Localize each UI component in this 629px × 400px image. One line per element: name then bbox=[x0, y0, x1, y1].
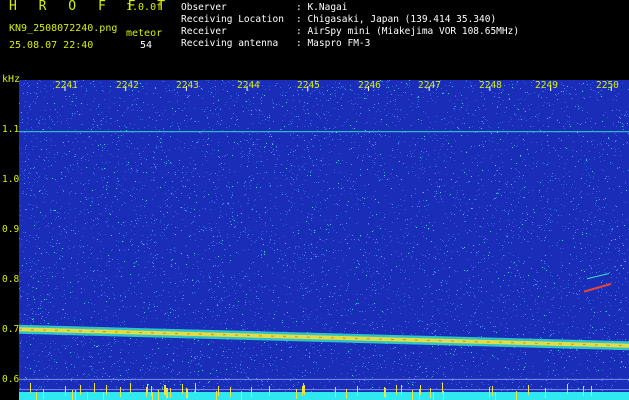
info-key: Receiver bbox=[181, 26, 227, 37]
detection-spike bbox=[430, 388, 431, 398]
info-key: Receiving antenna bbox=[181, 38, 279, 49]
detection-spike bbox=[75, 390, 76, 400]
info-value: : Chigasaki, Japan (139.414 35.340) bbox=[296, 14, 497, 25]
detection-spike bbox=[401, 385, 402, 395]
detection-spike bbox=[442, 383, 443, 393]
detection-spike bbox=[167, 388, 168, 398]
info-value: : K.Nagai bbox=[296, 2, 348, 13]
x-tick-label: 2241 bbox=[55, 80, 78, 91]
x-tick-label: 2249 bbox=[535, 80, 558, 91]
detection-spike bbox=[36, 392, 37, 400]
detection-spike bbox=[158, 390, 159, 400]
detection-spike bbox=[165, 385, 166, 395]
detection-spike bbox=[147, 384, 148, 394]
detection-spike bbox=[65, 386, 66, 396]
detection-spike bbox=[230, 387, 231, 397]
x-tick-label: 2250 bbox=[596, 80, 619, 91]
detection-spike bbox=[170, 388, 171, 398]
info-row-observer: Observer : K.Nagai bbox=[181, 2, 519, 14]
detection-spike bbox=[251, 387, 252, 397]
y-tick-label: 1.1 bbox=[2, 124, 20, 135]
detection-spike bbox=[419, 389, 420, 399]
info-value: : Maspro FM-3 bbox=[296, 38, 371, 49]
detection-spike bbox=[357, 386, 358, 396]
detection-spike bbox=[195, 383, 196, 393]
x-tick-label: 2244 bbox=[237, 80, 260, 91]
detection-spike bbox=[30, 383, 31, 393]
x-tick-label: 2243 bbox=[176, 80, 199, 91]
detection-spike bbox=[87, 392, 88, 400]
detection-spike bbox=[216, 391, 217, 400]
info-row-receiver: Receiver : AirSpy mini (Miakejima VOR 10… bbox=[181, 26, 519, 38]
detection-spike bbox=[545, 388, 546, 398]
detection-spike bbox=[186, 388, 187, 398]
x-tick-label: 2245 bbox=[297, 80, 320, 91]
detection-bar bbox=[19, 392, 629, 400]
detection-spike bbox=[94, 383, 95, 393]
detection-spike bbox=[420, 385, 421, 395]
detection-spike bbox=[218, 386, 219, 396]
detection-spike bbox=[166, 388, 167, 398]
detection-spike bbox=[182, 384, 183, 394]
detection-spike bbox=[385, 388, 386, 398]
detection-spike bbox=[151, 386, 152, 396]
detection-spike bbox=[304, 385, 305, 395]
y-tick-label: 0.7 bbox=[2, 324, 20, 335]
detection-spike bbox=[269, 386, 270, 396]
info-key: Observer bbox=[181, 2, 227, 13]
y-axis-unit: kHz bbox=[2, 74, 21, 85]
detection-spike bbox=[583, 386, 584, 396]
detection-spike bbox=[528, 385, 529, 395]
detection-spike bbox=[130, 383, 131, 393]
y-tick-label: 0.8 bbox=[2, 274, 20, 285]
detection-spike bbox=[103, 392, 104, 400]
detection-spike bbox=[152, 392, 153, 400]
detection-spike bbox=[146, 387, 147, 397]
detection-spike bbox=[443, 391, 444, 400]
detection-spike bbox=[72, 390, 73, 400]
version-label: 1.0.0f bbox=[126, 2, 163, 13]
detection-spike bbox=[396, 385, 397, 395]
detection-spike bbox=[296, 389, 297, 399]
x-tick-label: 2246 bbox=[358, 80, 381, 91]
datetime-label: 25.08.07 22:40 bbox=[9, 40, 94, 51]
detection-spike bbox=[492, 386, 493, 396]
info-row-antenna: Receiving antenna : Maspro FM-3 bbox=[181, 38, 519, 50]
detection-spike bbox=[241, 391, 242, 400]
hroft-spectrogram-window: H R O F F T 1.0.0f KN9_2508072240.png me… bbox=[0, 0, 629, 400]
detection-spike bbox=[120, 387, 121, 397]
detection-spike bbox=[412, 390, 413, 400]
detection-spike bbox=[164, 385, 165, 395]
info-key: Receiving Location bbox=[181, 14, 284, 25]
x-tick-label: 2248 bbox=[479, 80, 502, 91]
station-info: Observer : K.Nagai Receiving Location : … bbox=[181, 2, 519, 50]
spectrogram-svg bbox=[19, 80, 629, 400]
y-tick-label: 0.9 bbox=[2, 224, 20, 235]
detection-spike bbox=[346, 389, 347, 399]
detection-spike bbox=[489, 387, 490, 397]
detection-spike bbox=[187, 389, 188, 399]
y-tick-label: 1.0 bbox=[2, 174, 20, 185]
info-row-location: Receiving Location : Chigasaki, Japan (1… bbox=[181, 14, 519, 26]
meteor-count-value: 54 bbox=[140, 40, 153, 51]
detection-spike bbox=[43, 389, 44, 399]
spectrogram-plot bbox=[19, 80, 629, 400]
detection-spike bbox=[591, 386, 592, 396]
detection-spike bbox=[80, 385, 81, 395]
detection-spike bbox=[495, 392, 496, 400]
detection-spike bbox=[302, 386, 303, 396]
info-value: : AirSpy mini (Miakejima VOR 108.65MHz) bbox=[296, 26, 520, 37]
detection-spike bbox=[433, 392, 434, 400]
x-tick-label: 2247 bbox=[418, 80, 441, 91]
detection-spike bbox=[106, 385, 107, 395]
detection-spike bbox=[335, 387, 336, 397]
detection-spike bbox=[567, 384, 568, 394]
filename-label: KN9_2508072240.png bbox=[9, 23, 118, 34]
y-tick-label: 0.6 bbox=[2, 374, 20, 385]
detection-spike bbox=[303, 383, 304, 393]
x-tick-label: 2242 bbox=[116, 80, 139, 91]
detection-spike bbox=[516, 391, 517, 400]
detection-spike bbox=[384, 387, 385, 397]
meteor-count-label: meteor bbox=[126, 28, 163, 39]
